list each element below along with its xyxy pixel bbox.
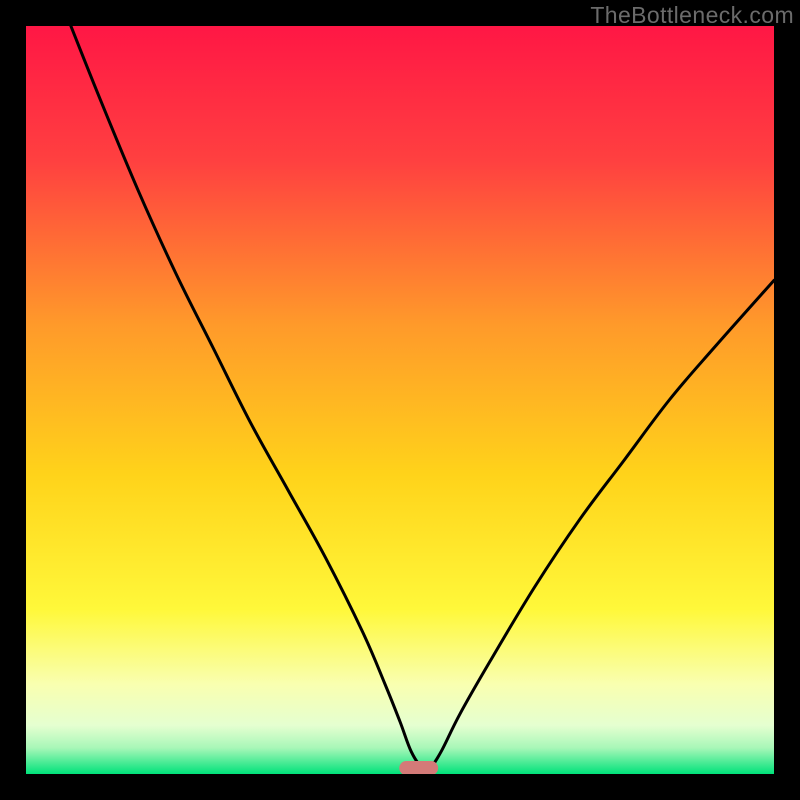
optimum-marker xyxy=(399,761,438,774)
chart-svg xyxy=(26,26,774,774)
plot-area xyxy=(26,26,774,774)
watermark-text: TheBottleneck.com xyxy=(590,2,794,29)
chart-frame: TheBottleneck.com xyxy=(0,0,800,800)
chart-background xyxy=(26,26,774,774)
